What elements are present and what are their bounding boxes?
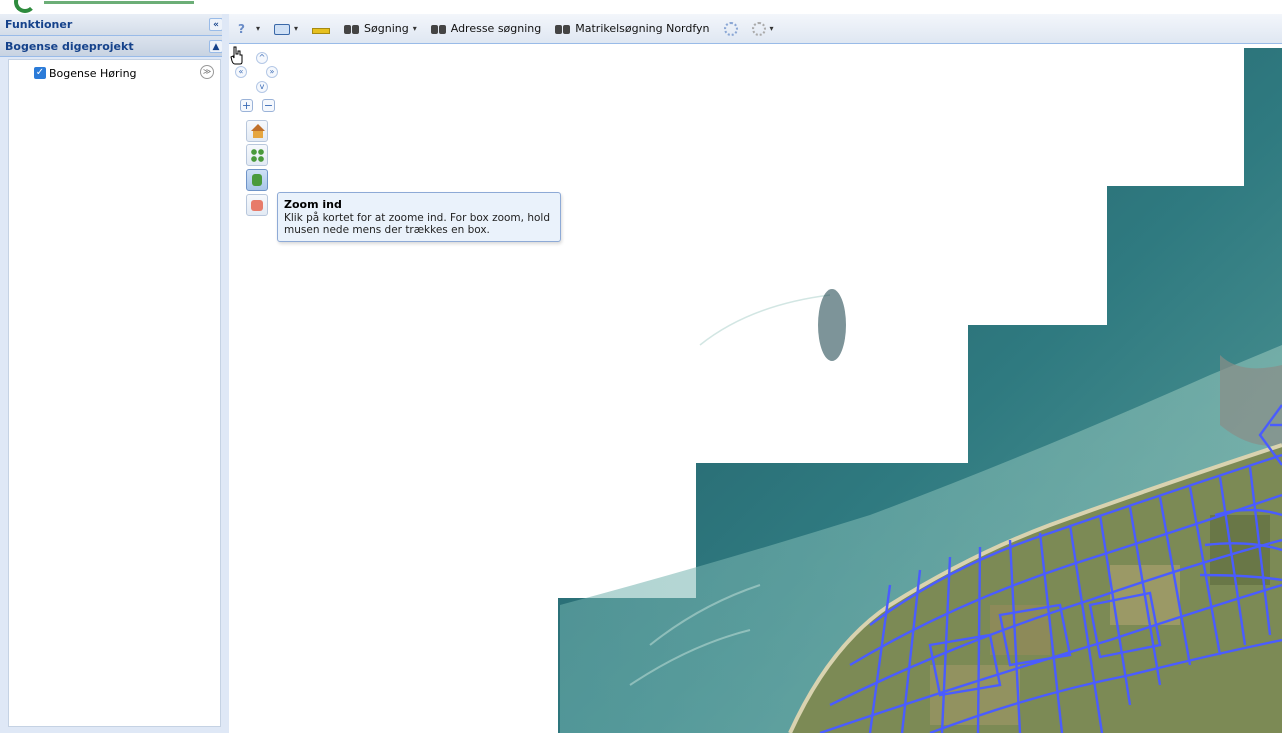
aerial-imagery [558, 48, 1282, 733]
search-button[interactable]: Søgning ▾ [341, 18, 420, 40]
pan-down-button[interactable]: v [256, 81, 268, 93]
binoculars-icon [344, 22, 360, 36]
print-button[interactable]: ▾ [271, 18, 301, 40]
map-canvas[interactable]: ^ « » v + − Zoom ind Klik på kortet for … [230, 45, 1282, 733]
pan-left-button[interactable]: « [235, 66, 247, 78]
binoculars-icon [555, 22, 571, 36]
full-extent-button[interactable] [246, 144, 268, 166]
ruler-icon [312, 27, 331, 34]
zoom-in-button[interactable]: + [240, 99, 253, 112]
pan-up-button[interactable]: ^ [256, 52, 268, 64]
globe-button[interactable]: ▾ [749, 18, 777, 40]
home-extent-button[interactable] [246, 120, 268, 142]
tooltip-body: Klik på kortet for at zoome ind. For box… [284, 212, 551, 236]
map-toolbar: ? ▾ ▾ Søgning ▾ Adresse søgning Matrikel… [229, 14, 1282, 44]
globe-icon [751, 21, 766, 36]
search-label: Søgning [364, 22, 409, 35]
zoom-out-button[interactable]: − [262, 99, 275, 112]
zoom-out-tool-button[interactable] [246, 194, 268, 216]
collapse-section-button[interactable]: ▲ [209, 40, 223, 53]
measure-button[interactable] [309, 18, 333, 40]
chevron-down-icon: ▾ [256, 24, 261, 33]
logo-icon [14, 0, 36, 13]
panel-title: Funktioner [5, 18, 73, 31]
cadastre-search-label: Matrikelsøgning Nordfyn [575, 22, 710, 35]
layer-checkbox[interactable]: ✓ [34, 67, 46, 79]
zoom-in-tool-button[interactable] [246, 169, 268, 191]
zoom-in-tooltip: Zoom ind Klik på kortet for at zoome ind… [277, 192, 561, 242]
gear-icon [723, 21, 738, 36]
chevron-down-icon: ▾ [769, 24, 774, 33]
logo-wordmark [44, 0, 194, 4]
help-icon: ? [238, 21, 245, 36]
address-search-label: Adresse søgning [450, 22, 542, 35]
panel-splitter[interactable] [222, 14, 229, 733]
help-button[interactable]: ? ▾ [235, 18, 263, 40]
layer-list: ✓ Bogense Høring ≫ [8, 59, 221, 727]
settings-button[interactable] [721, 18, 741, 40]
collapse-panel-button[interactable]: « [209, 18, 223, 31]
chevron-down-icon: ▾ [412, 24, 417, 33]
panel-header: Funktioner « [0, 14, 228, 36]
section-header[interactable]: Bogense digeprojekt ▲ [0, 36, 228, 57]
app-logo [0, 0, 1282, 14]
chevron-down-icon: ▾ [294, 24, 299, 33]
hand-cursor-icon [230, 46, 243, 65]
print-icon [274, 24, 291, 35]
address-search-button[interactable]: Adresse søgning [428, 18, 545, 40]
cadastre-search-button[interactable]: Matrikelsøgning Nordfyn [552, 18, 712, 40]
tooltip-title: Zoom ind [284, 198, 342, 211]
binoculars-icon [430, 22, 447, 36]
layer-item-bogense-horing[interactable]: ✓ Bogense Høring [34, 66, 137, 80]
functions-panel: Funktioner « Bogense digeprojekt ▲ ✓ Bog… [0, 14, 229, 733]
pan-right-button[interactable]: » [266, 66, 278, 78]
layer-label: Bogense Høring [49, 66, 137, 80]
section-title: Bogense digeprojekt [5, 39, 134, 53]
layer-options-icon[interactable]: ≫ [200, 65, 214, 79]
